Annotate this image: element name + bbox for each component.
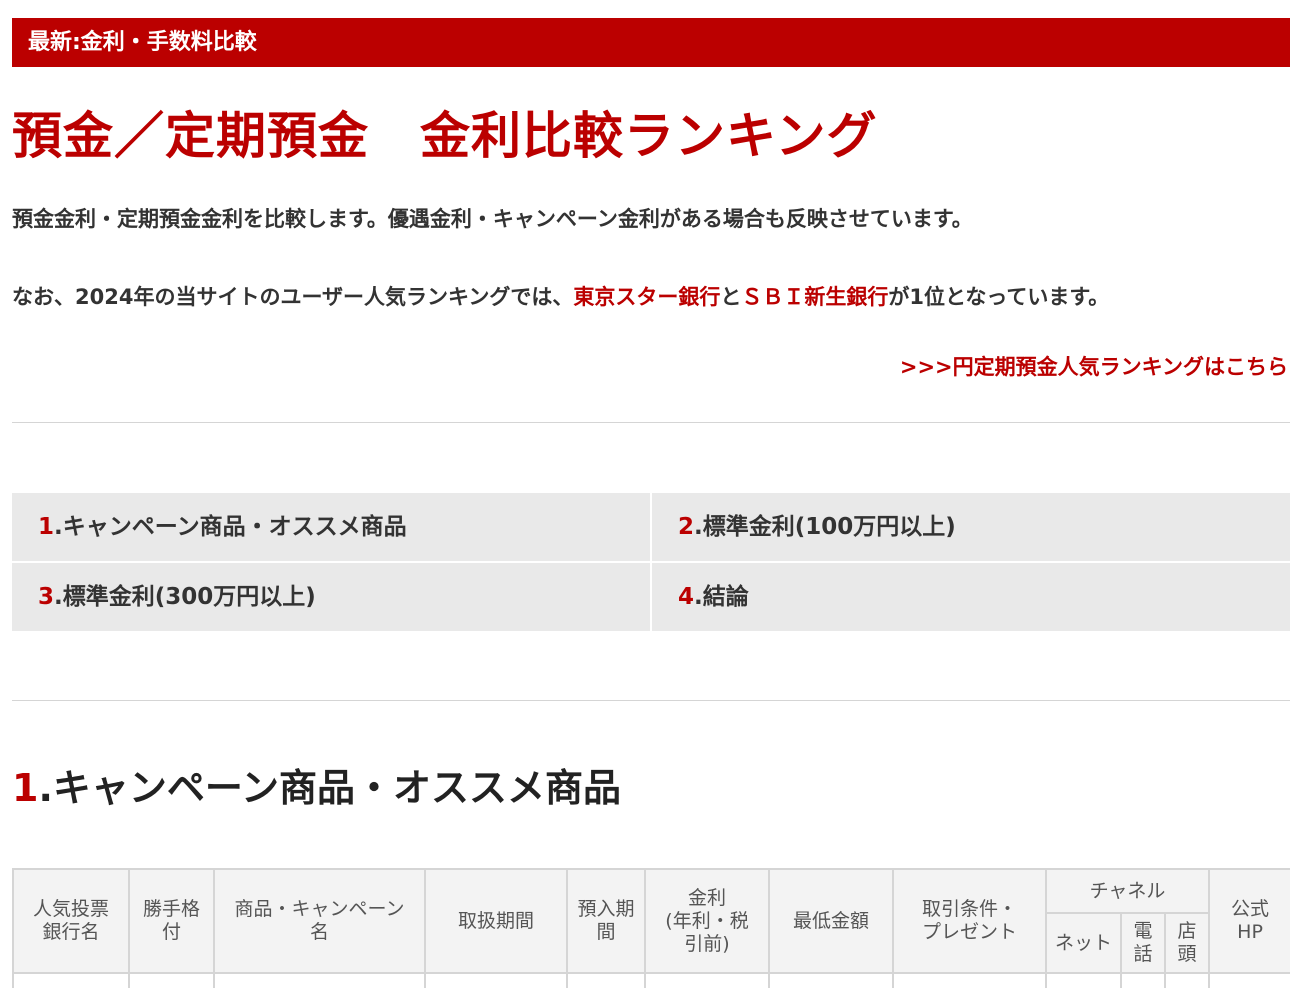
- table-row: [12, 972, 1290, 988]
- intro-prefix: なお、2024年の当サイトのユーザー人気ランキングでは、: [12, 285, 574, 309]
- campaign-table-container: 人気投票 銀行名 勝手格 付 商品・キャンペーン 名 取扱期間 預入期 間 金利…: [12, 868, 1290, 988]
- toc-item-standard-1m[interactable]: 2.標準金利(100万円以上): [652, 493, 1290, 561]
- intro-ranking-text: なお、2024年の当サイトのユーザー人気ランキングでは、東京スター銀行とＳＢＩ新…: [12, 281, 1109, 311]
- column-header-period: 取扱期間: [424, 868, 568, 974]
- toc-item-campaign[interactable]: 1.キャンペーン商品・オススメ商品: [12, 493, 650, 561]
- intro-mid: と: [720, 285, 742, 309]
- column-header-min-amount: 最低金額: [768, 868, 894, 974]
- intro-text: 預金金利・定期預金金利を比較します。優遇金利・キャンペーン金利がある場合も反映さ…: [12, 207, 973, 231]
- column-header-rating: 勝手格 付: [128, 868, 215, 974]
- top-header-bar: 最新:金利・手数料比較: [12, 18, 1290, 67]
- column-header-conditions: 取引条件・ プレゼント: [892, 868, 1047, 974]
- link-sbi-shinsei-bank[interactable]: ＳＢＩ新生銀行: [741, 285, 888, 309]
- link-tokyo-star-bank[interactable]: 東京スター銀行: [573, 285, 720, 309]
- table-of-contents: 1.キャンペーン商品・オススメ商品 2.標準金利(100万円以上) 3.標準金利…: [12, 493, 1290, 631]
- ranking-more-link[interactable]: >>>円定期預金人気ランキングはこちら: [900, 351, 1288, 381]
- column-header-bank: 人気投票 銀行名: [12, 868, 130, 974]
- column-header-term: 預入期 間: [566, 868, 646, 974]
- column-header-rate: 金利 (年利・税 引前): [644, 868, 770, 974]
- column-header-net: ネット: [1045, 912, 1122, 974]
- column-header-official-hp: 公式 HP: [1208, 868, 1290, 974]
- page-title: 預金／定期預金 金利比較ランキング: [12, 107, 878, 165]
- campaign-table: 人気投票 銀行名 勝手格 付 商品・キャンペーン 名 取扱期間 預入期 間 金利…: [12, 868, 1290, 988]
- intro-suffix: が1位となっています。: [888, 285, 1110, 309]
- column-header-branch: 店 頭: [1163, 912, 1211, 974]
- section-title-campaign: 1.キャンペーン商品・オススメ商品: [12, 766, 621, 810]
- column-header-phone: 電 話: [1120, 912, 1166, 974]
- toc-item-conclusion[interactable]: 4.結論: [652, 563, 1290, 631]
- column-header-product: 商品・キャンペーン 名: [213, 868, 426, 974]
- header-label: 最新:金利・手数料比較: [28, 30, 257, 55]
- column-header-channel: チャネル: [1044, 868, 1211, 914]
- divider: [12, 422, 1290, 423]
- toc-item-standard-3m[interactable]: 3.標準金利(300万円以上): [12, 563, 650, 631]
- divider: [12, 700, 1290, 701]
